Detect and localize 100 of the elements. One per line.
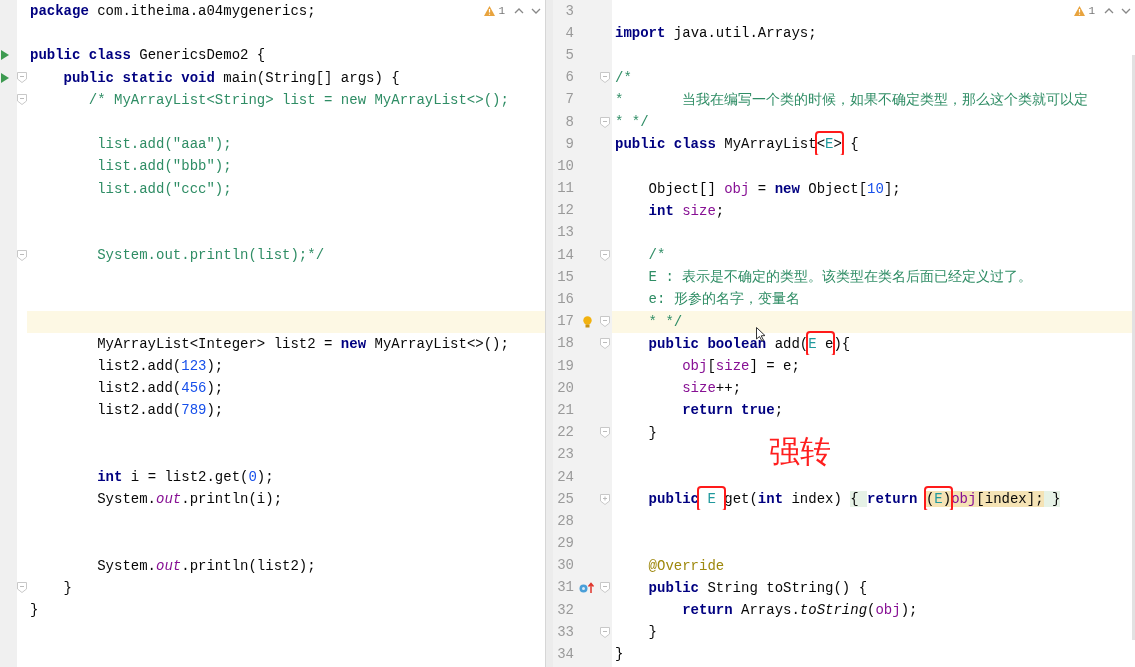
run-icon[interactable]	[1, 72, 9, 83]
line-number: 9	[564, 134, 574, 154]
line-number: 15	[556, 267, 574, 287]
code-text: [index];	[976, 491, 1044, 508]
fold-marker-icon[interactable]	[17, 94, 27, 106]
code-text: add(	[773, 335, 809, 352]
code-text: {	[850, 491, 868, 508]
code-text: public class	[615, 136, 716, 153]
chevron-up-icon[interactable]	[1104, 7, 1114, 16]
line-number: 3	[564, 1, 574, 21]
fold-marker-icon[interactable]	[600, 72, 610, 84]
line-number: 16	[556, 290, 574, 310]
fold-marker-icon[interactable]	[600, 316, 610, 328]
code-text: E	[808, 335, 817, 352]
code-line: public static void main(String[] args) {	[62, 69, 400, 86]
code-line: list.add("aaa");	[96, 136, 232, 153]
code-text: )	[942, 491, 952, 508]
line-number: 10	[556, 156, 574, 176]
code-line: System.out.println(list2);	[96, 557, 316, 574]
fold-marker-icon[interactable]	[600, 626, 610, 638]
code-line: int i = list2.get(0);	[96, 468, 274, 485]
line-number: 33	[556, 622, 574, 642]
chevron-down-icon[interactable]	[1121, 7, 1131, 16]
code-text: public boolean	[647, 335, 767, 352]
fold-marker-icon[interactable]	[600, 116, 610, 128]
warning-count: 1	[1088, 4, 1095, 19]
fold-marker-icon[interactable]	[17, 249, 27, 261]
line-number: 8	[564, 112, 574, 132]
line-number: 7	[564, 90, 574, 110]
code-line: * */	[615, 113, 649, 130]
chevron-up-icon[interactable]	[514, 7, 524, 16]
fold-plus-icon[interactable]	[600, 493, 610, 505]
line-number: 20	[556, 378, 574, 398]
code-text: int	[757, 491, 784, 508]
line-number: 6	[564, 68, 574, 88]
code-line: public class GenericsDemo2 {	[30, 47, 266, 64]
line-number: 11	[556, 179, 574, 199]
line-number: 4	[564, 23, 574, 43]
fold-marker-icon[interactable]	[17, 72, 27, 84]
run-icon[interactable]	[1, 50, 9, 61]
line-number: 29	[556, 534, 574, 554]
code-line: list.add("ccc");	[96, 180, 232, 197]
code-line: * */	[647, 313, 683, 330]
warning-count: 1	[498, 4, 505, 19]
override-icon[interactable]	[579, 581, 595, 594]
code-line: public String toString() {	[647, 579, 868, 596]
line-number: 25	[556, 489, 574, 509]
code-text: >	[833, 136, 842, 153]
code-text: (	[925, 491, 935, 508]
code-line: @Override	[647, 557, 725, 574]
line-number: 34	[556, 645, 574, 665]
lightbulb-icon[interactable]	[582, 315, 592, 328]
fold-marker-icon[interactable]	[600, 427, 610, 439]
annotation-text: 强转	[769, 436, 831, 467]
code-line: }	[30, 602, 39, 619]
fold-marker-icon[interactable]	[600, 582, 610, 594]
code-text: get(	[724, 491, 758, 508]
line-number: 30	[556, 556, 574, 576]
fold-marker-icon[interactable]	[600, 338, 610, 350]
code-text: E	[825, 136, 834, 153]
line-number: 12	[556, 201, 574, 221]
code-line: /*	[615, 69, 632, 86]
line-number: 21	[556, 400, 574, 420]
code-line: list2.add(123);	[96, 358, 224, 374]
line-number: 17	[556, 312, 574, 332]
line-number: 18	[556, 334, 574, 354]
code-text: E	[934, 491, 943, 508]
code-line: }	[647, 424, 657, 441]
line-number: 13	[556, 223, 574, 243]
code-line: * 当我在编写一个类的时候，如果不确定类型，那么这个类就可以定	[615, 91, 1089, 108]
code-line: /*	[647, 247, 666, 264]
line-number: 22	[556, 423, 574, 443]
fold-marker-icon[interactable]	[600, 249, 610, 261]
code-line: }	[615, 646, 624, 663]
code-text: <	[816, 136, 826, 153]
warning-icon[interactable]	[1074, 6, 1086, 17]
code-text: e	[824, 335, 834, 352]
line-number: 28	[556, 511, 574, 531]
code-text: return	[867, 491, 919, 508]
code-line: Object[] obj = new Object[10];	[647, 180, 901, 197]
code-line: MyArrayList<Integer> list2 = new MyArrayList<>();	[96, 335, 509, 352]
line-number: 14	[556, 245, 574, 265]
code-line: /* MyArrayList<String> list = new MyArrayList<>();	[87, 91, 509, 108]
line-number: 19	[556, 356, 574, 376]
code-line: E : 表示是不确定的类型。该类型在类名后面已经定义过了。	[647, 269, 1033, 286]
code-line: obj[size] = e;	[681, 358, 800, 374]
code-text: public	[647, 491, 699, 508]
fold-marker-icon[interactable]	[17, 582, 27, 594]
line-number: 23	[556, 445, 574, 465]
code-line: return Arrays.toString(obj);	[681, 602, 918, 619]
line-number: 32	[556, 600, 574, 620]
line-number: 31	[556, 578, 574, 598]
code-line: return true;	[681, 402, 784, 419]
code-line: package com.itheima.a04mygenerics;	[30, 3, 316, 19]
code-line: int size;	[647, 202, 725, 219]
code-line: list2.add(789);	[96, 402, 224, 419]
code-line: }	[647, 624, 657, 641]
warning-icon[interactable]	[484, 6, 496, 17]
code-line: }	[62, 579, 72, 596]
chevron-down-icon[interactable]	[531, 7, 541, 16]
